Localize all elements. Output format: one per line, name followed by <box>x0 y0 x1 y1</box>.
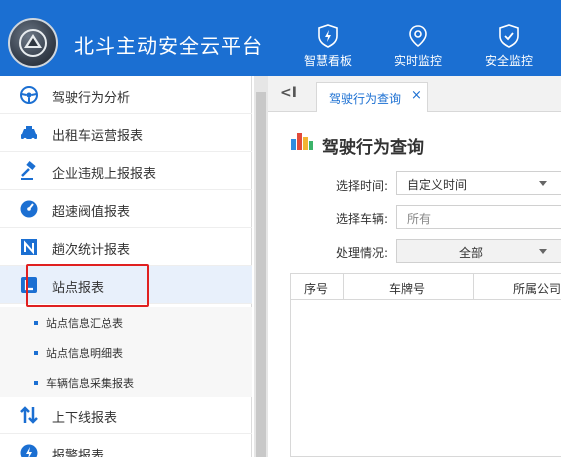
tab-label: 驾驶行为查询 <box>329 92 402 106</box>
nav-safety-monitor[interactable]: 安全监控 <box>473 24 545 72</box>
nav-smart-dashboard[interactable]: 智慧看板 <box>292 24 364 72</box>
shield-check-icon <box>499 24 519 48</box>
sidebar-item-speeding-report[interactable]: 超速阀值报表 <box>0 190 252 228</box>
sidebar-item-online-offline[interactable]: 上下线报表 <box>0 396 252 434</box>
chevron-down-icon <box>539 181 547 186</box>
vehicle-label: 选择车辆: <box>336 212 389 226</box>
satellite-logo-icon <box>19 29 47 57</box>
up-down-icon <box>20 406 38 424</box>
app-logo <box>8 18 58 68</box>
column-header-plate: 车牌号 <box>389 282 426 296</box>
sidebar-subitem-station-detail[interactable]: 站点信息明细表 <box>0 337 252 367</box>
sidebar-subitem-label: 车辆信息采集报表 <box>46 377 134 390</box>
nav-label: 安全监控 <box>484 54 533 68</box>
column-divider <box>473 274 474 300</box>
sidebar-item-label: 上下线报表 <box>52 411 118 426</box>
close-icon[interactable]: × <box>411 88 422 103</box>
sidebar-scrollbar[interactable] <box>254 76 268 457</box>
sidebar-subitem-label: 站点信息汇总表 <box>46 317 123 330</box>
bar-chart-icon <box>291 133 313 150</box>
alarm-icon <box>20 444 38 457</box>
sidebar-item-label: 驾驶行为分析 <box>52 91 131 106</box>
sidebar-item-driving-behavior[interactable]: 驾驶行为分析 <box>0 76 252 114</box>
scrollbar-thumb[interactable] <box>256 92 266 457</box>
sidebar-subitem-station-summary[interactable]: 站点信息汇总表 <box>0 307 252 337</box>
shield-bolt-icon <box>318 24 338 48</box>
time-label: 选择时间: <box>336 179 389 193</box>
time-select[interactable]: 自定义时间 <box>396 171 561 195</box>
nav-label: 实时监控 <box>393 54 442 68</box>
column-divider <box>343 274 344 300</box>
table-header: 序号 车牌号 所属公司 <box>291 274 561 300</box>
gavel-icon <box>21 161 36 180</box>
status-select-value: 全部 <box>459 246 484 260</box>
bullet-icon <box>34 381 38 385</box>
sidebar-item-label: 出租车运营报表 <box>52 129 144 144</box>
bullet-icon <box>34 351 38 355</box>
sidebar-item-label: 企业违规上报报表 <box>52 167 157 182</box>
time-select-value: 自定义时间 <box>407 178 468 192</box>
speedometer-icon <box>20 200 38 218</box>
sidebar-item-trip-stats[interactable]: 趟次统计报表 <box>0 228 252 266</box>
taxi-icon <box>21 126 37 142</box>
tab-strip: <I 驾驶行为查询 × <box>268 76 561 112</box>
top-header: 北斗主动安全云平台 智慧看板 实时监控 安全监控 <box>0 0 561 76</box>
sidebar-subitem-label: 站点信息明细表 <box>46 347 123 360</box>
annotation-highlight-box <box>26 264 149 307</box>
vehicle-input-placeholder: 所有 <box>407 212 432 226</box>
steering-wheel-icon <box>20 86 38 104</box>
column-header-index: 序号 <box>304 282 329 296</box>
vehicle-input[interactable]: 所有 <box>396 205 561 229</box>
sidebar-item-taxi-report[interactable]: 出租车运营报表 <box>0 114 252 152</box>
column-header-company: 所属公司 <box>513 282 561 296</box>
route-icon <box>21 239 37 255</box>
status-select[interactable]: 全部 <box>396 239 561 263</box>
page-title: 驾驶行为查询 <box>322 138 424 158</box>
bullet-icon <box>34 321 38 325</box>
results-table: 序号 车牌号 所属公司 <box>290 273 561 457</box>
nav-label: 智慧看板 <box>303 54 352 68</box>
tab-collapse-button[interactable]: <I <box>280 85 297 101</box>
sidebar-item-alarm-report[interactable]: 报警报表 <box>0 434 252 457</box>
main-content: 驾驶行为查询 选择时间: 自定义时间 选择车辆: 所有 处理情况: 全部 序号 … <box>268 113 561 457</box>
status-label: 处理情况: <box>336 246 389 260</box>
sidebar-subitem-vehicle-collection[interactable]: 车辆信息采集报表 <box>0 367 252 397</box>
location-pin-icon <box>409 25 427 48</box>
chevron-down-icon <box>539 249 547 254</box>
sidebar-item-label: 趟次统计报表 <box>52 243 131 258</box>
app-title: 北斗主动安全云平台 <box>74 34 263 58</box>
sidebar-item-violation-report[interactable]: 企业违规上报报表 <box>0 152 252 190</box>
nav-realtime-monitor[interactable]: 实时监控 <box>382 24 454 72</box>
sidebar-item-label: 报警报表 <box>52 449 105 457</box>
sidebar-item-label: 超速阀值报表 <box>52 205 131 220</box>
tab-driving-query[interactable]: 驾驶行为查询 × <box>316 82 428 112</box>
